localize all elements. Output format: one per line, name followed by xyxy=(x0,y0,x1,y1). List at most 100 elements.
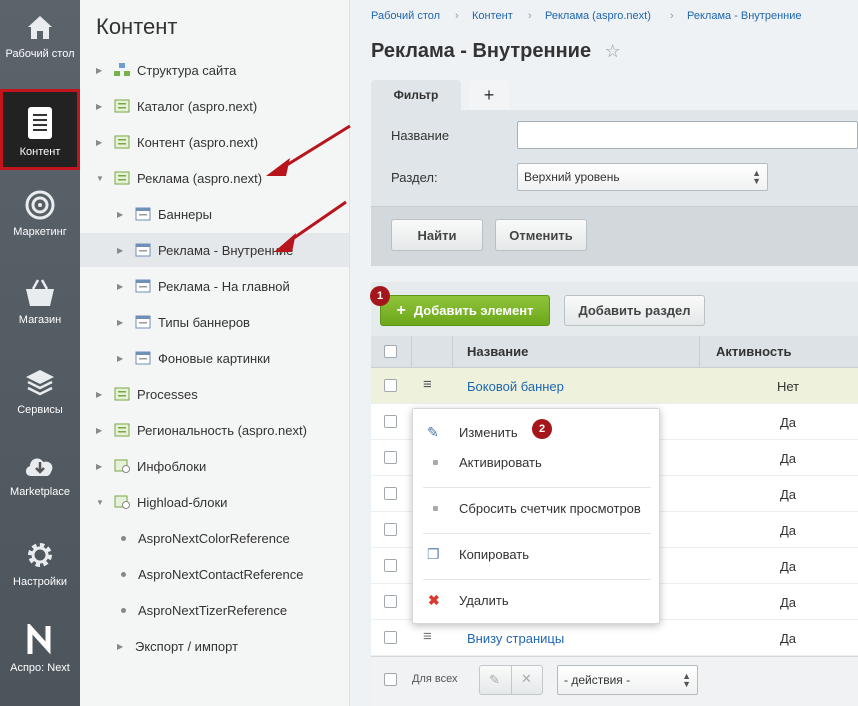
nav-content-label: Контент xyxy=(19,146,61,158)
row-checkbox[interactable] xyxy=(384,451,397,464)
tree-item-highload[interactable]: ▼ Highload-блоки xyxy=(96,485,227,519)
add-section-button[interactable]: Добавить раздел xyxy=(564,295,705,326)
expand-arrow-icon[interactable]: ▶ xyxy=(96,462,106,471)
plus-icon: + xyxy=(396,301,406,319)
nav-desktop[interactable]: Рабочий стол xyxy=(0,12,80,82)
iblock-icon xyxy=(135,279,151,293)
cancel-button[interactable]: Отменить xyxy=(495,219,587,251)
tree-item-label: Реклама (aspro.next) xyxy=(137,170,263,186)
table-row[interactable]: ≡ Боковой баннер Нет xyxy=(371,368,858,404)
edit-pencil-icon[interactable]: ✎ xyxy=(489,672,500,688)
row-checkbox[interactable] xyxy=(384,595,397,608)
nav-content[interactable]: Контент xyxy=(0,89,80,170)
tree-item-ads[interactable]: ▼ Реклама (aspro.next) xyxy=(96,161,262,195)
row-checkbox[interactable] xyxy=(384,631,397,644)
document-icon xyxy=(28,107,52,139)
row-name-link[interactable]: Боковой баннер xyxy=(467,379,564,394)
menu-item-reset-views[interactable]: Сбросить счетчик просмотров xyxy=(459,501,641,516)
expand-arrow-icon[interactable]: ▶ xyxy=(117,210,127,219)
expand-arrow-icon[interactable]: ▶ xyxy=(96,138,106,147)
column-header-name[interactable]: Название xyxy=(467,344,528,359)
menu-item-activate[interactable]: Активировать xyxy=(459,455,542,470)
nav-marketplace-label: Marketplace xyxy=(10,486,70,498)
tree-item-color-ref[interactable]: AsproNextColorReference xyxy=(117,521,290,555)
tree-item-catalog[interactable]: ▶ Каталог (aspro.next) xyxy=(96,89,257,123)
tab-filter[interactable]: Фильтр xyxy=(371,80,461,110)
expand-arrow-icon[interactable]: ▶ xyxy=(117,354,127,363)
row-active-value: Да xyxy=(780,487,797,502)
table-row[interactable]: ≡ Внизу страницы Да xyxy=(371,620,858,656)
row-checkbox[interactable] xyxy=(384,523,397,536)
row-checkbox[interactable] xyxy=(384,559,397,572)
iblock-type-icon xyxy=(114,135,130,149)
row-active-value: Нет xyxy=(777,379,800,394)
menu-item-delete[interactable]: Удалить xyxy=(459,593,509,608)
tree-item-site-structure[interactable]: ▶ Структура сайта xyxy=(96,53,236,87)
row-checkbox[interactable] xyxy=(384,487,397,500)
menu-item-edit[interactable]: Изменить xyxy=(459,425,518,440)
tree-item-processes[interactable]: ▶ Processes xyxy=(96,377,198,411)
filter-actions: Найти Отменить xyxy=(371,206,858,266)
tree-item-export-import[interactable]: ▶ Экспорт / импорт xyxy=(117,629,238,663)
cloud-download-icon xyxy=(25,458,53,476)
collapse-arrow-icon[interactable]: ▼ xyxy=(96,498,106,507)
nav-aspro[interactable]: Аспро: Next xyxy=(0,624,80,684)
tree-item-label: Баннеры xyxy=(158,206,212,222)
for-all-checkbox[interactable] xyxy=(384,673,397,686)
tree-item-label: Инфоблоки xyxy=(137,458,207,474)
delete-icon: ✖ xyxy=(428,592,440,608)
row-menu-icon[interactable]: ≡ xyxy=(423,628,432,645)
expand-arrow-icon[interactable]: ▶ xyxy=(96,426,106,435)
infoblock-settings-icon xyxy=(114,459,130,473)
delete-x-icon[interactable]: ✕ xyxy=(521,671,532,687)
row-checkbox[interactable] xyxy=(384,379,397,392)
expand-arrow-icon[interactable]: ▶ xyxy=(117,318,127,327)
nav-shop[interactable]: Магазин xyxy=(0,278,80,338)
collapse-arrow-icon[interactable]: ▼ xyxy=(96,174,106,183)
tree-item-tizer-ref[interactable]: AsproNextTizerReference xyxy=(117,593,287,627)
breadcrumb-item[interactable]: Реклама - Внутренние xyxy=(687,10,802,22)
favorite-star-icon[interactable]: ☆ xyxy=(605,41,621,61)
column-header-active[interactable]: Активность xyxy=(716,344,791,359)
tree-item-banner-types[interactable]: ▶ Типы баннеров xyxy=(117,305,250,339)
name-input[interactable] xyxy=(517,121,858,149)
row-checkbox[interactable] xyxy=(384,415,397,428)
expand-arrow-icon[interactable]: ▶ xyxy=(117,246,127,255)
tree-item-backgrounds[interactable]: ▶ Фоновые картинки xyxy=(117,341,270,375)
tree-item-content[interactable]: ▶ Контент (aspro.next) xyxy=(96,125,258,159)
breadcrumb-item[interactable]: Реклама (aspro.next) xyxy=(545,10,651,22)
expand-arrow-icon[interactable]: ▶ xyxy=(96,102,106,111)
tree-item-contact-ref[interactable]: AsproNextContactReference xyxy=(117,557,303,591)
breadcrumb-item[interactable]: Контент xyxy=(472,10,513,22)
aspro-logo-icon xyxy=(27,624,51,655)
nav-marketplace[interactable]: Marketplace xyxy=(0,452,80,512)
name-field-label: Название xyxy=(391,128,450,143)
tree-item-label: AsproNextColorReference xyxy=(138,530,290,546)
tree-item-label: Типы баннеров xyxy=(158,314,250,330)
expand-arrow-icon[interactable]: ▶ xyxy=(96,66,106,75)
add-element-button[interactable]: + Добавить элемент xyxy=(380,295,550,326)
bulk-edit-group: ✎ ✕ xyxy=(479,665,543,695)
find-button[interactable]: Найти xyxy=(391,219,483,251)
section-select[interactable]: Верхний уровень ▲ ▼ xyxy=(517,163,768,191)
bullet-icon xyxy=(121,607,126,613)
add-filter-tab-button[interactable]: + xyxy=(469,80,509,110)
expand-arrow-icon[interactable]: ▶ xyxy=(117,642,127,651)
select-all-checkbox[interactable] xyxy=(384,345,397,358)
tree-item-banners[interactable]: ▶ Баннеры xyxy=(117,197,212,231)
row-name-link[interactable]: Внизу страницы xyxy=(467,631,564,646)
tree-item-regionality[interactable]: ▶ Региональность (aspro.next) xyxy=(96,413,307,447)
copy-icon: ❐ xyxy=(427,546,440,562)
menu-item-copy[interactable]: Копировать xyxy=(459,547,529,562)
row-menu-icon[interactable]: ≡ xyxy=(423,376,432,393)
actions-select[interactable]: - действия - ▲ ▼ xyxy=(557,665,698,695)
breadcrumb-item[interactable]: Рабочий стол xyxy=(371,10,440,22)
menu-divider xyxy=(423,579,651,580)
nav-settings[interactable]: Настройки xyxy=(0,540,80,600)
nav-marketing[interactable]: Маркетинг xyxy=(0,190,80,250)
column-divider xyxy=(452,336,453,368)
expand-arrow-icon[interactable]: ▶ xyxy=(117,282,127,291)
expand-arrow-icon[interactable]: ▶ xyxy=(96,390,106,399)
nav-services[interactable]: Сервисы xyxy=(0,368,80,428)
tree-item-infoblocks[interactable]: ▶ Инфоблоки xyxy=(96,449,206,483)
